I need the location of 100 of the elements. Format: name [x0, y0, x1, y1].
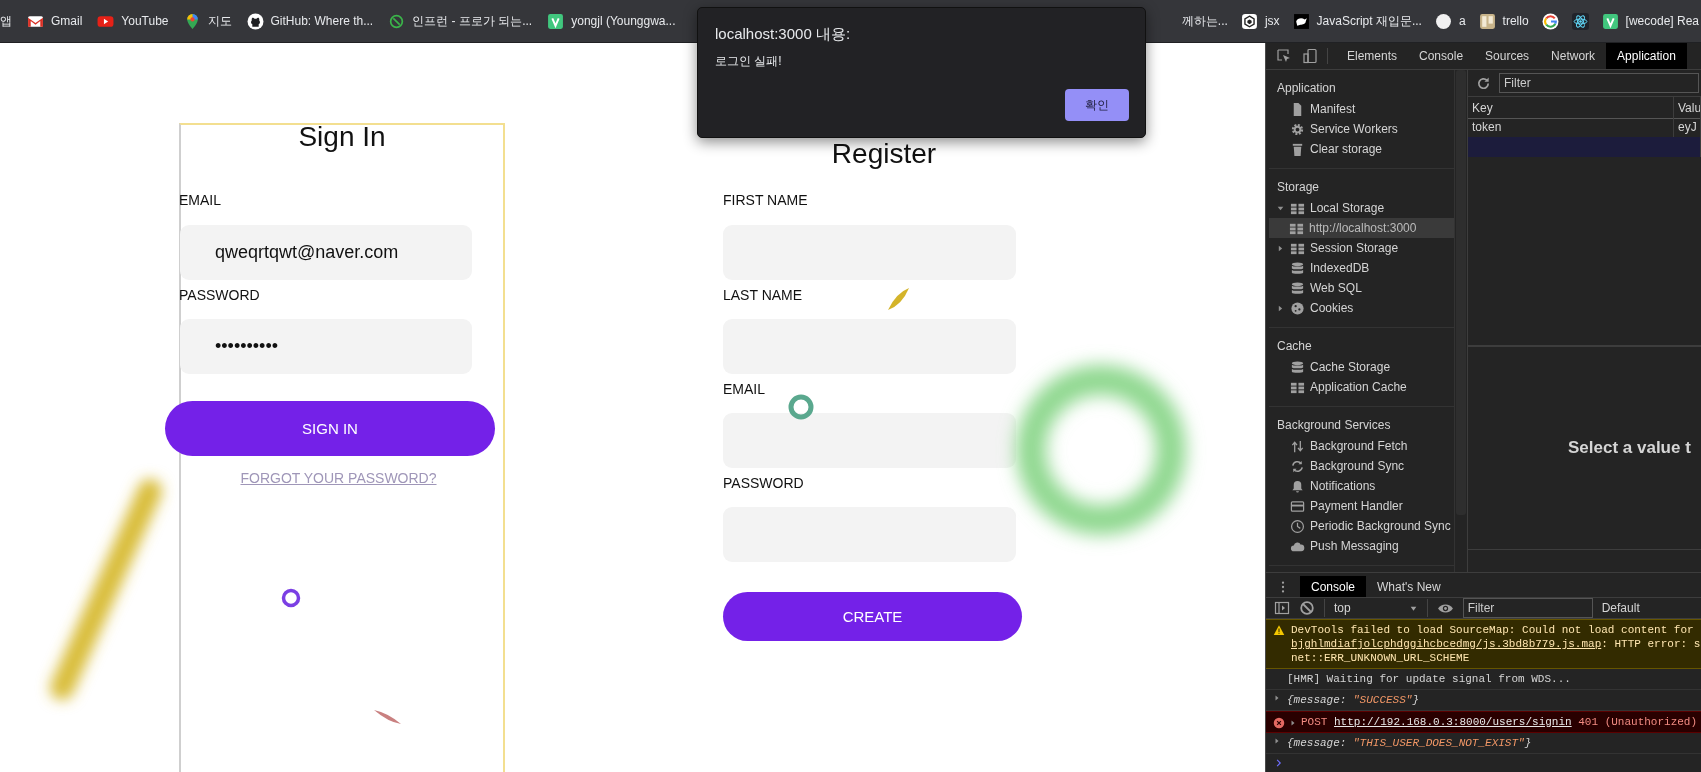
sidebar-item[interactable]: IndexedDB	[1269, 258, 1454, 278]
sidebar-label: Background Fetch	[1310, 439, 1408, 453]
bookmark[interactable]: jsx	[1240, 7, 1280, 35]
cookie-icon	[1290, 300, 1305, 316]
filter-field[interactable]: Filter	[1462, 598, 1593, 618]
small-ring	[788, 394, 814, 420]
sidebar-item[interactable]: Application Cache	[1269, 377, 1454, 397]
clock-icon	[1290, 518, 1305, 534]
sidebar-item[interactable]: Manifest	[1269, 99, 1454, 119]
sidebar-label: Service Workers	[1310, 122, 1398, 136]
sidebar-label: Web SQL	[1310, 281, 1362, 295]
log-message: [HMR] Waiting for update signal from WDS...	[1287, 672, 1571, 686]
sidebar-label: Periodic Background Sync	[1310, 519, 1451, 533]
url-link[interactable]: http://192.168.0.3:8000/users/signin	[1334, 716, 1572, 728]
sidebar-item[interactable]: Cache Storage	[1269, 357, 1454, 377]
sidebar-item[interactable]: Background Fetch	[1269, 436, 1454, 456]
bookmark[interactable]: 인프런 - 프로가 되는...	[388, 7, 533, 35]
bookmark[interactable]: YouTube	[97, 7, 169, 35]
field-label: PASSWORD	[179, 286, 260, 304]
filter-field[interactable]: Filter	[1499, 73, 1699, 93]
sidebar-label: Session Storage	[1310, 241, 1399, 255]
url-link[interactable]: bjghlmdiafjolcphdggihcbcedmg/js.3bd8b779.js.map	[1291, 638, 1602, 650]
bookmark[interactable]: yongjl (Younggwa...	[547, 7, 676, 35]
devtools-tab[interactable]: Network	[1540, 43, 1607, 69]
sidebar-item[interactable]: http://localhost:3000	[1269, 218, 1454, 238]
bookmark[interactable]: [wecode] Rea	[1601, 7, 1699, 35]
devtools-tab[interactable]: Console	[1408, 43, 1475, 69]
section-heading: Application	[1276, 80, 1337, 97]
device-icon[interactable]	[1302, 48, 1318, 64]
atom-icon[interactable]	[1571, 12, 1589, 30]
sidebar-label: Notifications	[1310, 479, 1376, 493]
database-icon	[1290, 280, 1305, 296]
bookmark[interactable]: a	[1434, 7, 1466, 35]
field-label: PASSWORD	[723, 474, 804, 492]
dialog-message: 로그인 실패!	[715, 53, 783, 70]
expand-arrow-icon	[1289, 718, 1297, 727]
expand-arrow-icon	[1273, 737, 1281, 745]
sidebar-item[interactable]: Local Storage	[1269, 198, 1454, 218]
sidebar-item[interactable]: Session Storage	[1269, 238, 1454, 258]
field-label: FIRST NAME	[723, 191, 808, 209]
error-icon	[1273, 716, 1285, 729]
circle-logo-icon	[388, 12, 406, 30]
input-field[interactable]	[723, 413, 1016, 468]
square-logo-icon	[547, 12, 565, 30]
sidebar-item[interactable]: Web SQL	[1269, 278, 1454, 298]
sidebar-label: Manifest	[1310, 102, 1356, 116]
ring-logo-icon[interactable]	[1541, 12, 1559, 30]
bookmark[interactable]: 께하는...	[1181, 7, 1228, 35]
sidebar-label: Cookies	[1310, 301, 1354, 315]
column-header: Valu	[1674, 97, 1701, 119]
sidebar-item[interactable]: Cookies	[1269, 298, 1454, 318]
sidebar-item[interactable]: Periodic Background Sync	[1269, 516, 1454, 536]
trash-icon	[1290, 141, 1305, 157]
sidebar-item[interactable]: Background Sync	[1269, 456, 1454, 476]
up-down-arrows-icon	[1290, 438, 1305, 454]
sidebar-icon[interactable]	[1274, 600, 1290, 616]
dialog-title: localhost:3000 내용:	[715, 25, 852, 44]
levels-dropdown[interactable]: Default	[1601, 601, 1640, 615]
devtools-tab[interactable]: Elements	[1336, 43, 1409, 69]
sidebar-item[interactable]: Clear storage	[1269, 139, 1454, 159]
bookmark[interactable]: 앱	[0, 7, 12, 35]
input-field[interactable]: qweqrtqwt@naver.com	[180, 225, 472, 280]
sidebar-label: http://localhost:3000	[1309, 221, 1417, 235]
sync-icon	[1290, 458, 1305, 474]
devtools-tab[interactable]: Sources	[1474, 43, 1541, 69]
database-icon	[1290, 260, 1305, 276]
bookmark[interactable]: Gmail	[27, 7, 83, 35]
field-label: EMAIL	[723, 380, 765, 398]
sign-in-button[interactable]: SIGN IN	[165, 401, 495, 456]
bookmark[interactable]: JavaScript 재입문...	[1292, 7, 1422, 35]
sidebar-item[interactable]: Push Messaging	[1269, 536, 1454, 556]
leaf-shape	[374, 710, 401, 724]
sidebar-label: Clear storage	[1310, 142, 1383, 156]
clear-icon[interactable]	[1299, 600, 1315, 616]
devtools-tab[interactable]: Application	[1606, 43, 1687, 69]
sidebar-item[interactable]: Payment Handler	[1269, 496, 1454, 516]
inspect-icon[interactable]	[1276, 48, 1292, 64]
circle-logo-icon	[246, 12, 264, 30]
database-icon	[1290, 359, 1305, 375]
bookmark[interactable]: GitHub: Where th...	[246, 7, 374, 35]
drawer-tab[interactable]: What's New	[1366, 576, 1452, 597]
drawer-tab[interactable]: Console	[1300, 576, 1367, 597]
circle-icon	[1434, 12, 1452, 30]
ok-button[interactable]: 확인	[1065, 89, 1129, 121]
bookmark[interactable]: 지도	[183, 7, 232, 35]
create-button[interactable]: CREATE	[723, 592, 1022, 641]
field-label: EMAIL	[179, 191, 221, 209]
sidebar-item[interactable]: Service Workers	[1269, 119, 1454, 139]
field-label: LAST NAME	[723, 286, 803, 304]
image-icon	[1478, 12, 1496, 30]
context-select[interactable]: top	[1324, 599, 1428, 617]
square-logo-icon	[1292, 12, 1310, 30]
form-title: Sign In	[297, 120, 387, 154]
bookmark[interactable]: trello	[1478, 7, 1529, 35]
scrollbar[interactable]	[1456, 70, 1466, 515]
sidebar-label: Local Storage	[1310, 201, 1385, 215]
sidebar-label: Background Sync	[1310, 459, 1405, 473]
input-field[interactable]: ••••••••••	[180, 319, 472, 374]
sidebar-item[interactable]: Notifications	[1269, 476, 1454, 496]
refresh-icon[interactable]	[1476, 75, 1491, 91]
